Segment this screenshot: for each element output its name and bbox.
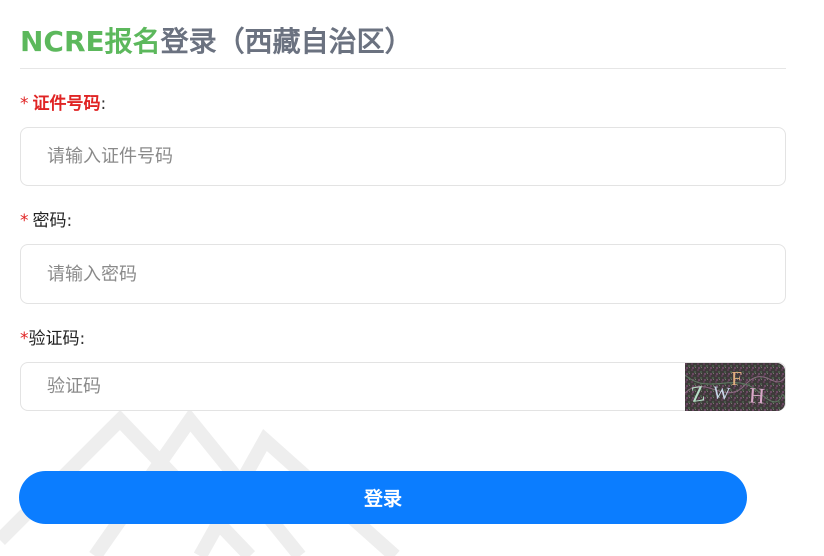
svg-text:H: H bbox=[748, 382, 766, 408]
password-input[interactable] bbox=[21, 245, 785, 303]
password-label-text: 密码 bbox=[32, 211, 67, 231]
login-panel: NCRE报名登录（西藏自治区） *证件号码: *密码: *验证码: bbox=[20, 0, 786, 411]
id-number-label: * 证件号码: bbox=[20, 93, 106, 115]
id-number-input[interactable] bbox=[21, 128, 785, 185]
id-number-field bbox=[20, 127, 786, 186]
captcha-label-text: 验证码 bbox=[28, 329, 80, 349]
title-text: 登录（西藏自治区） bbox=[160, 25, 413, 58]
password-field bbox=[20, 244, 786, 304]
captcha-field: Z W F H bbox=[20, 362, 786, 411]
id-number-label-text: 证件号码 bbox=[32, 94, 101, 114]
brand-name: NCRE报名 bbox=[20, 25, 161, 58]
captcha-graphic: Z W F H bbox=[685, 363, 785, 411]
login-button[interactable]: 登录 bbox=[19, 471, 747, 524]
label-colon: : bbox=[100, 94, 107, 114]
captcha-image[interactable]: Z W F H bbox=[685, 363, 785, 411]
label-colon: : bbox=[66, 211, 73, 231]
captcha-label: *验证码: bbox=[20, 328, 85, 350]
label-colon: : bbox=[79, 329, 86, 349]
password-label: * 密码: bbox=[20, 210, 72, 232]
page-title: NCRE报名登录（西藏自治区） bbox=[20, 0, 786, 69]
required-star: * bbox=[20, 211, 29, 231]
required-star: * bbox=[20, 329, 29, 349]
svg-text:F: F bbox=[731, 368, 742, 390]
captcha-input[interactable] bbox=[21, 363, 681, 410]
svg-text:W: W bbox=[712, 382, 731, 404]
required-star: * bbox=[20, 94, 29, 114]
